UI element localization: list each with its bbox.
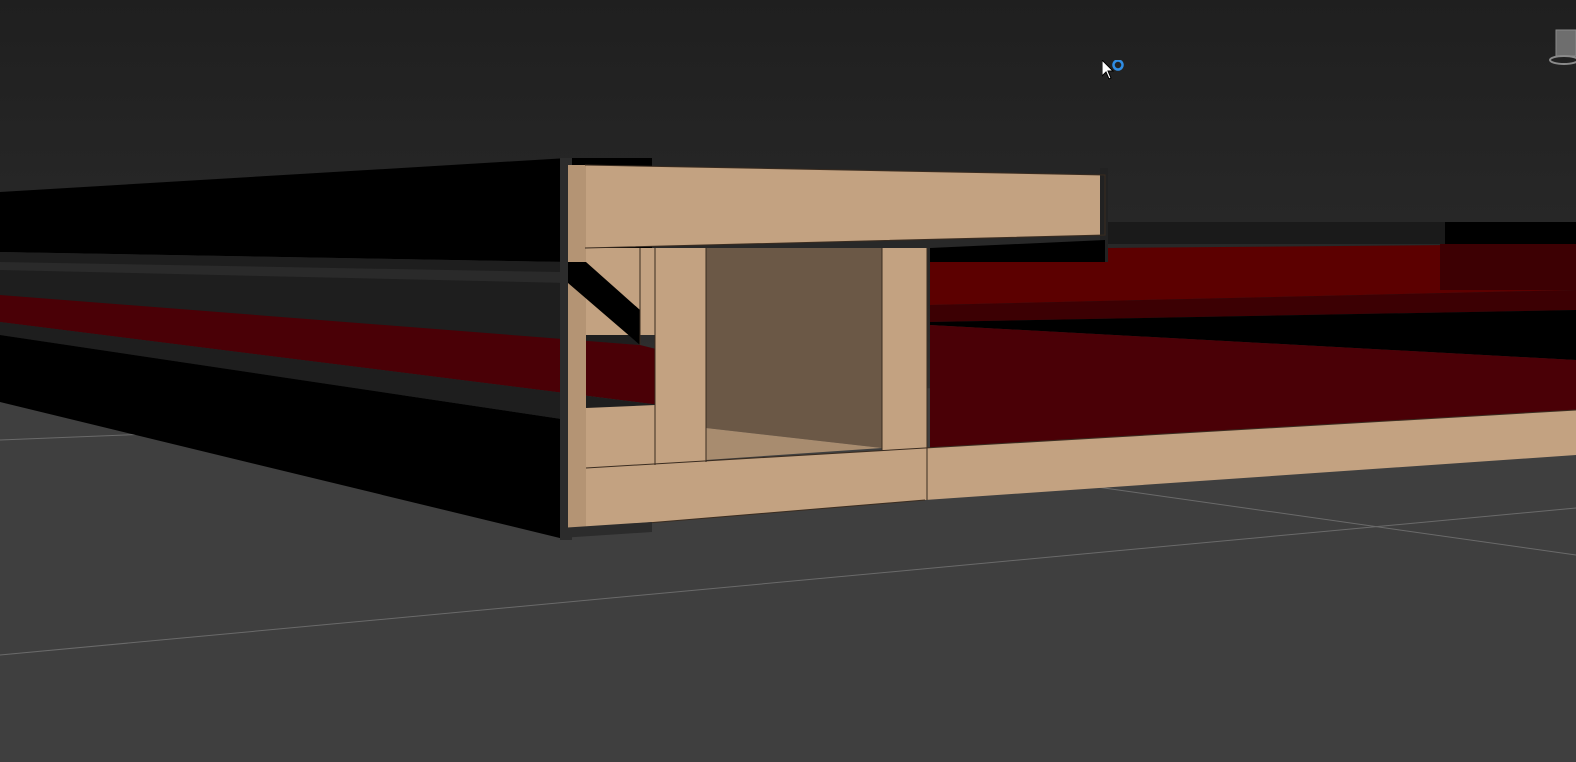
top-wood-cap bbox=[585, 165, 1105, 248]
left-slab-top bbox=[0, 158, 652, 262]
busy-ring-icon bbox=[1112, 60, 1124, 71]
arrow-cursor-icon bbox=[1102, 60, 1124, 80]
3d-viewport[interactable] bbox=[0, 0, 1576, 762]
wood-post-right bbox=[882, 248, 927, 450]
scene-render[interactable] bbox=[0, 0, 1576, 762]
wood-post-left bbox=[655, 248, 706, 465]
left-wood-strip bbox=[568, 165, 586, 528]
top-cap-shadow bbox=[930, 240, 1105, 262]
viewcube-icon[interactable] bbox=[1540, 28, 1576, 72]
right-red-upper-dark bbox=[1440, 244, 1576, 290]
inner-opening bbox=[706, 248, 882, 448]
right-back-black bbox=[1445, 222, 1576, 244]
wood-post-lower-left bbox=[586, 405, 655, 468]
